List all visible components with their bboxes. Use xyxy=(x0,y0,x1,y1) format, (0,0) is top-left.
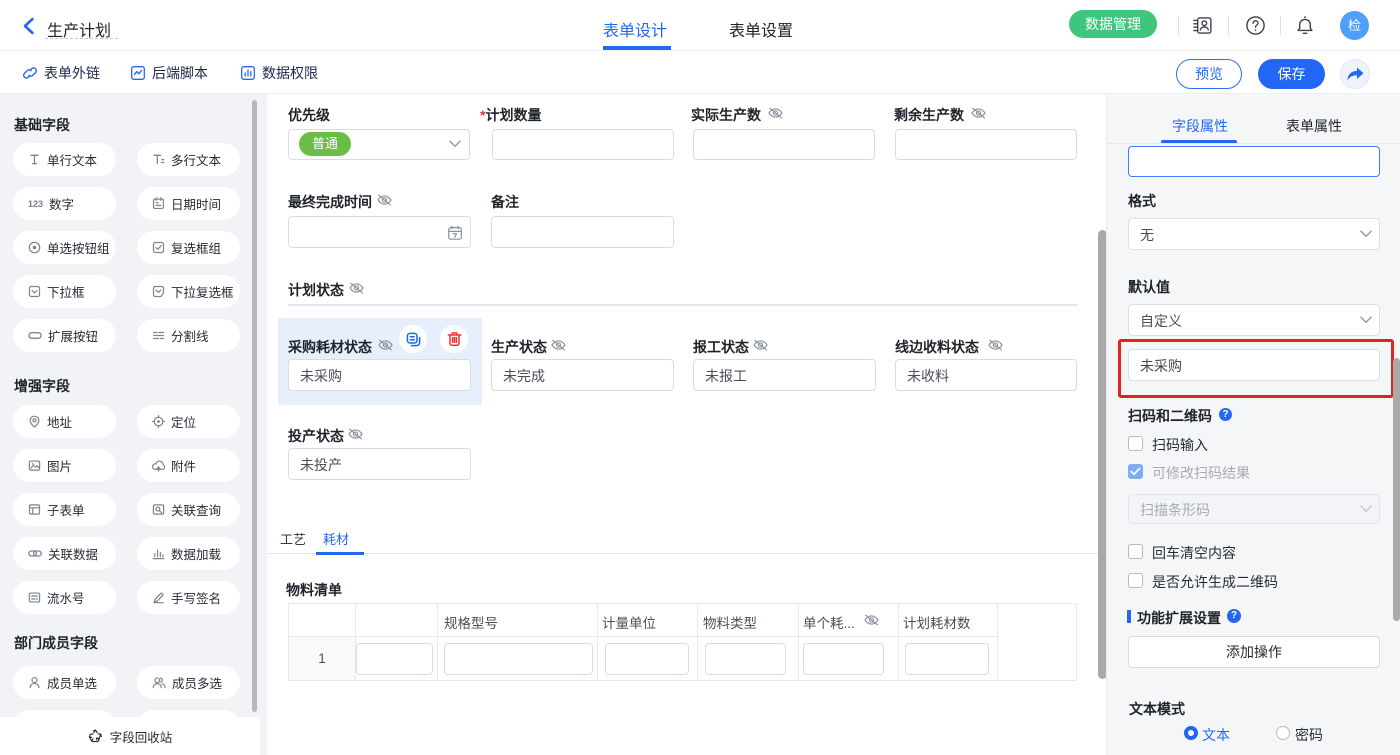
svg-text:123: 123 xyxy=(28,199,43,209)
